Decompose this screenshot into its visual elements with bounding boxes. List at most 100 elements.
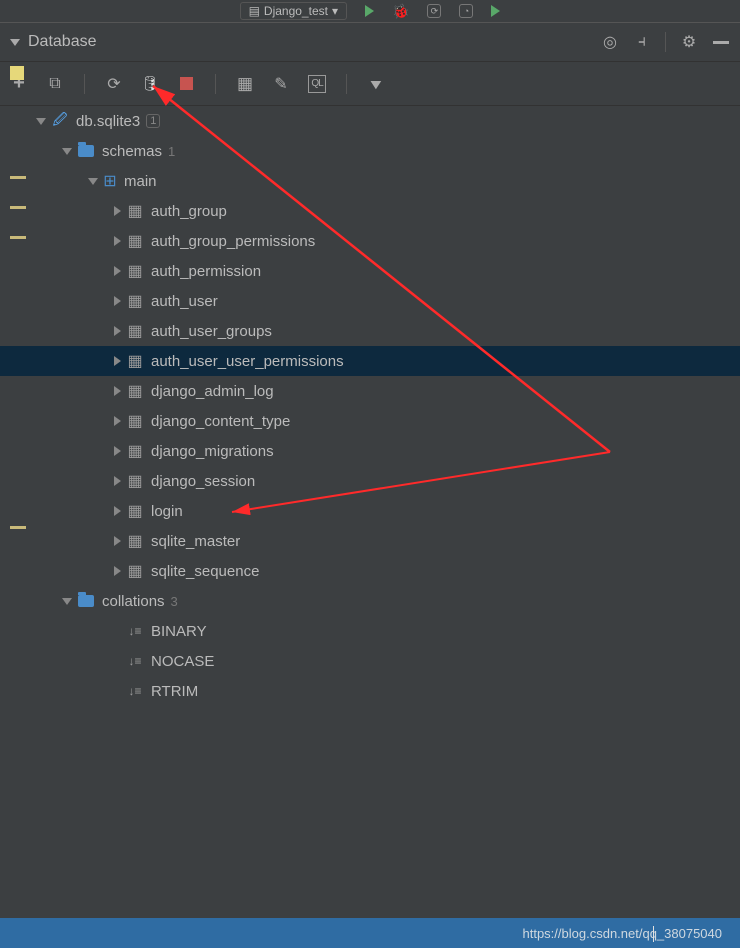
database-tree[interactable]: db.sqlite3 1 schemas 1 main auth_groupau…: [0, 106, 740, 918]
tree-table-node[interactable]: django_migrations: [0, 436, 740, 466]
tree-table-node[interactable]: login: [0, 496, 740, 526]
folder-icon: [76, 591, 96, 611]
tree-table-node[interactable]: django_content_type: [0, 406, 740, 436]
tree-table-node[interactable]: auth_user_user_permissions: [0, 346, 740, 376]
expand-caret-icon[interactable]: [62, 598, 72, 605]
run-fast-icon[interactable]: [491, 5, 500, 17]
filter-icon[interactable]: [367, 75, 385, 93]
expand-caret-icon[interactable]: [114, 536, 121, 546]
tree-schemas-node[interactable]: schemas 1: [0, 136, 740, 166]
folder-icon: [76, 141, 96, 161]
collapse-panel-icon[interactable]: [10, 39, 20, 46]
expand-caret-icon[interactable]: [114, 566, 121, 576]
separator: [665, 32, 666, 52]
run-config-label: Django_test: [264, 4, 328, 18]
expand-caret-icon[interactable]: [114, 266, 121, 276]
split-icon[interactable]: ⫞: [633, 33, 651, 51]
tree-collation-node[interactable]: NOCASE: [0, 646, 740, 676]
stop-icon[interactable]: [177, 75, 195, 93]
tree-table-node[interactable]: auth_group: [0, 196, 740, 226]
expand-caret-icon[interactable]: [114, 236, 121, 246]
expand-caret-icon[interactable]: [36, 118, 46, 125]
table-name-label: django_admin_log: [151, 383, 274, 400]
refresh-icon[interactable]: ⟳: [105, 75, 123, 93]
editor-gutter: [0, 106, 28, 906]
table-icon: [125, 381, 145, 401]
gutter-marker: [10, 66, 24, 80]
tree-table-node[interactable]: auth_permission: [0, 256, 740, 286]
watermark-text: https://blog.csdn.net/qq_38075040: [523, 926, 723, 941]
run-config-dropdown[interactable]: ▤ Django_test ▾: [240, 2, 347, 20]
table-icon: [125, 471, 145, 491]
tree-table-node[interactable]: sqlite_sequence: [0, 556, 740, 586]
tree-table-node[interactable]: django_admin_log: [0, 376, 740, 406]
run-icon[interactable]: [365, 5, 374, 17]
expand-caret-icon[interactable]: [114, 356, 121, 366]
gutter-change-marker: [10, 236, 26, 239]
gutter-change-marker: [10, 526, 26, 529]
tree-table-node[interactable]: auth_user_groups: [0, 316, 740, 346]
table-name-label: auth_user_groups: [151, 323, 272, 340]
database-toolbar: + ⟳ QL: [0, 62, 740, 106]
debug-icon[interactable]: 🐞: [392, 3, 409, 20]
tree-collations-node[interactable]: collations 3: [0, 586, 740, 616]
expand-caret-icon[interactable]: [114, 206, 121, 216]
tree-collation-node[interactable]: BINARY: [0, 616, 740, 646]
console-icon[interactable]: QL: [308, 75, 326, 93]
target-icon[interactable]: ◎: [601, 33, 619, 51]
django-icon: ▤: [249, 4, 260, 18]
table-icon: [125, 351, 145, 371]
collations-label: collations: [102, 593, 165, 610]
gear-icon[interactable]: ⚙: [680, 33, 698, 51]
db-count-badge: 1: [146, 114, 160, 128]
tree-db-node[interactable]: db.sqlite3 1: [0, 106, 740, 136]
tree-table-node[interactable]: sqlite_master: [0, 526, 740, 556]
table-icon: [125, 201, 145, 221]
table-icon: [125, 531, 145, 551]
separator: [215, 74, 216, 94]
tree-table-node[interactable]: auth_group_permissions: [0, 226, 740, 256]
table-name-label: django_session: [151, 473, 255, 490]
db-name-label: db.sqlite3: [76, 113, 140, 130]
manage-datasources-icon[interactable]: [141, 75, 159, 93]
gutter-change-marker: [10, 176, 26, 179]
tree-main-schema-node[interactable]: main: [0, 166, 740, 196]
duplicate-icon[interactable]: [46, 75, 64, 93]
profile-icon[interactable]: ◔: [459, 4, 473, 18]
collation-icon: [125, 681, 145, 701]
expand-caret-icon[interactable]: [114, 416, 121, 426]
database-panel-header: Database ◎ ⫞ ⚙: [0, 22, 740, 62]
table-view-icon[interactable]: [236, 75, 254, 93]
table-name-label: auth_permission: [151, 263, 261, 280]
tree-collation-node[interactable]: RTRIM: [0, 676, 740, 706]
hide-panel-icon[interactable]: [712, 33, 730, 51]
tree-table-node[interactable]: django_session: [0, 466, 740, 496]
tree-table-node[interactable]: auth_user: [0, 286, 740, 316]
table-name-label: sqlite_master: [151, 533, 240, 550]
expand-caret-icon[interactable]: [88, 178, 98, 185]
expand-caret-icon[interactable]: [114, 386, 121, 396]
dropdown-caret-icon: ▾: [332, 4, 338, 18]
expand-caret-icon[interactable]: [114, 476, 121, 486]
table-name-label: django_content_type: [151, 413, 290, 430]
table-icon: [125, 291, 145, 311]
panel-title: Database: [28, 33, 593, 51]
collation-icon: [125, 621, 145, 641]
collation-name-label: RTRIM: [151, 683, 198, 700]
sqlite-db-icon: [50, 111, 70, 131]
schemas-count: 1: [168, 144, 175, 159]
run-coverage-icon[interactable]: ⟳: [427, 4, 441, 18]
expand-caret-icon[interactable]: [114, 506, 121, 516]
table-name-label: auth_user: [151, 293, 218, 310]
expand-caret-icon[interactable]: [62, 148, 72, 155]
table-name-label: auth_group_permissions: [151, 233, 315, 250]
table-name-label: auth_user_user_permissions: [151, 353, 344, 370]
separator: [84, 74, 85, 94]
table-name-label: login: [151, 503, 183, 520]
text-cursor: [653, 926, 654, 942]
ide-topbar: ▤ Django_test ▾ 🐞 ⟳ ◔: [0, 0, 740, 22]
expand-caret-icon[interactable]: [114, 446, 121, 456]
expand-caret-icon[interactable]: [114, 296, 121, 306]
expand-caret-icon[interactable]: [114, 326, 121, 336]
edit-icon[interactable]: [272, 75, 290, 93]
